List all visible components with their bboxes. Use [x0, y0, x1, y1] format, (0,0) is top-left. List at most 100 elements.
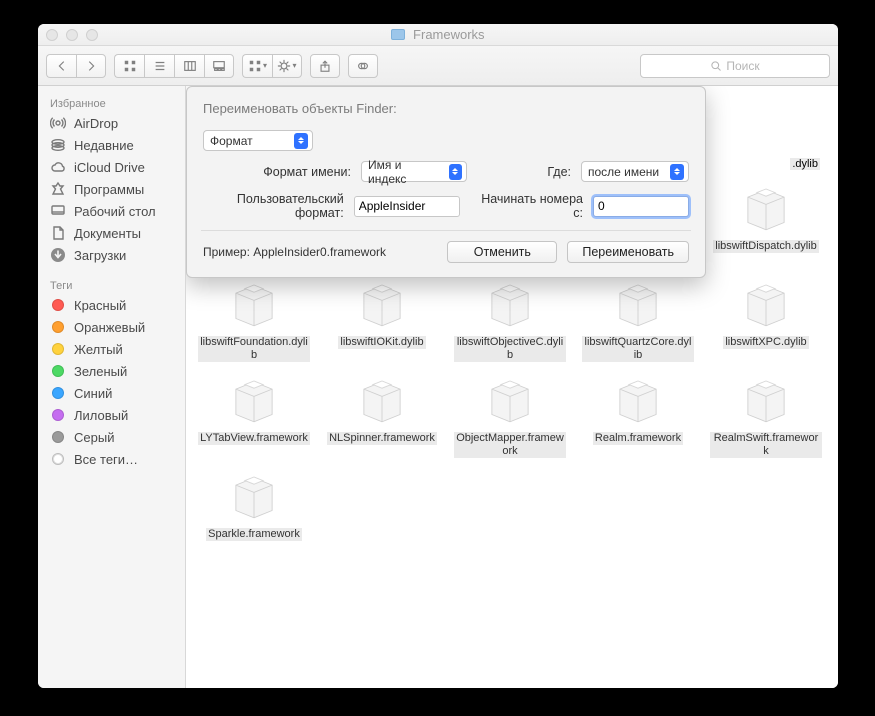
- sidebar-tag-yellow[interactable]: Желтый: [38, 338, 185, 360]
- desktop-icon: [50, 203, 66, 219]
- action-button[interactable]: ▾: [272, 54, 302, 78]
- file-name-label: libswiftFoundation.dylib: [198, 336, 310, 362]
- sidebar-tag-gray[interactable]: Серый: [38, 426, 185, 448]
- file-name-label: libswiftObjectiveC.dylib: [454, 336, 566, 362]
- folder-icon: [391, 29, 405, 40]
- rename-button[interactable]: Переименовать: [567, 241, 689, 263]
- tag-dot-icon: [50, 319, 66, 335]
- start-number-input[interactable]: [593, 196, 689, 217]
- view-icons-button[interactable]: [114, 54, 144, 78]
- back-button[interactable]: [46, 54, 76, 78]
- sidebar-item-downloads[interactable]: Загрузки: [38, 244, 185, 266]
- file-item[interactable]: ObjectMapper.framework: [450, 368, 570, 458]
- sidebar-tag-red[interactable]: Красный: [38, 294, 185, 316]
- file-name-label: Realm.framework: [593, 432, 683, 445]
- sidebar-tag-orange[interactable]: Оранжевый: [38, 316, 185, 338]
- cloud-icon: [50, 159, 66, 175]
- titlebar: Frameworks: [38, 24, 838, 46]
- file-item[interactable]: libswiftIOKit.dylib: [322, 272, 442, 362]
- file-item[interactable]: libswiftXPC.dylib: [706, 272, 826, 362]
- popover-title: Переименовать объекты Finder:: [203, 101, 689, 116]
- rename-mode-select[interactable]: Формат: [203, 130, 313, 151]
- file-item[interactable]: libswiftFoundation.dylib: [194, 272, 314, 362]
- example-text: Пример: AppleInsider0.framework: [203, 245, 386, 259]
- where-select[interactable]: после имени: [581, 161, 689, 182]
- bundle-icon: [606, 368, 670, 432]
- sidebar-tag-purple[interactable]: Лиловый: [38, 404, 185, 426]
- recents-icon: [50, 137, 66, 153]
- file-item[interactable]: Sparkle.framework: [194, 464, 314, 541]
- stepper-arrows-icon: [294, 133, 308, 149]
- file-item[interactable]: Realm.framework: [578, 368, 698, 458]
- finder-window: Frameworks ▾ ▾ Поиск Избранное: [38, 24, 838, 688]
- obscured-file-label: .dylib: [790, 158, 820, 170]
- tag-dot-icon: [50, 385, 66, 401]
- name-format-label: Формат имени:: [203, 165, 351, 179]
- arrange-button[interactable]: ▾: [242, 54, 272, 78]
- sidebar-item-airdrop[interactable]: AirDrop: [38, 112, 185, 134]
- bundle-icon: [350, 368, 414, 432]
- minimize-window-button[interactable]: [66, 29, 78, 41]
- file-item[interactable]: libswiftObjectiveC.dylib: [450, 272, 570, 362]
- file-name-label: libswiftDispatch.dylib: [713, 240, 818, 253]
- sidebar-tag-green[interactable]: Зеленый: [38, 360, 185, 382]
- file-item[interactable]: RealmSwift.framework: [706, 368, 826, 458]
- sidebar-tag-blue[interactable]: Синий: [38, 382, 185, 404]
- name-format-select[interactable]: Имя и индекс: [361, 161, 467, 182]
- bundle-icon: [734, 176, 798, 240]
- file-item[interactable]: LYTabView.framework: [194, 368, 314, 458]
- sidebar-item-documents[interactable]: Документы: [38, 222, 185, 244]
- tag-dot-icon: [50, 429, 66, 445]
- file-name-label: LYTabView.framework: [198, 432, 310, 445]
- view-gallery-button[interactable]: [204, 54, 234, 78]
- share-button[interactable]: [310, 54, 340, 78]
- where-label: Где:: [547, 165, 571, 179]
- zoom-window-button[interactable]: [86, 29, 98, 41]
- close-window-button[interactable]: [46, 29, 58, 41]
- cancel-button[interactable]: Отменить: [447, 241, 557, 263]
- search-placeholder: Поиск: [726, 59, 759, 73]
- sidebar-section-tags-title: Теги: [38, 276, 185, 294]
- file-name-label: ObjectMapper.framework: [454, 432, 566, 458]
- view-columns-button[interactable]: [174, 54, 204, 78]
- sidebar-item-label: Документы: [74, 226, 141, 241]
- file-item[interactable]: libswiftDispatch.dylib: [706, 176, 826, 266]
- tags-button[interactable]: [348, 54, 378, 78]
- select-value: Имя и индекс: [368, 158, 441, 186]
- documents-icon: [50, 225, 66, 241]
- content-area: libswiftCoreData.dyliblibswiftCoreGraphi…: [186, 86, 838, 688]
- bundle-icon: [350, 272, 414, 336]
- sidebar-item-label: iCloud Drive: [74, 160, 145, 175]
- downloads-icon: [50, 247, 66, 263]
- window-title-text: Frameworks: [413, 27, 485, 42]
- custom-format-input[interactable]: [354, 196, 460, 217]
- file-item[interactable]: libswiftQuartzCore.dylib: [578, 272, 698, 362]
- sidebar-item-applications[interactable]: Программы: [38, 178, 185, 200]
- airdrop-icon: [50, 115, 66, 131]
- sidebar-item-desktop[interactable]: Рабочий стол: [38, 200, 185, 222]
- sidebar-item-label: Оранжевый: [74, 320, 145, 335]
- tag-dot-icon: [50, 407, 66, 423]
- rename-popover: Переименовать объекты Finder: Формат Фор…: [186, 86, 706, 278]
- view-list-button[interactable]: [144, 54, 174, 78]
- sidebar-item-recents[interactable]: Недавние: [38, 134, 185, 156]
- window-title: Frameworks: [38, 27, 838, 42]
- body: Избранное AirDrop Недавние iCloud Drive …: [38, 86, 838, 688]
- tag-dot-icon: [50, 363, 66, 379]
- tag-dot-icon: [50, 341, 66, 357]
- file-name-label: libswiftIOKit.dylib: [338, 336, 425, 349]
- popover-divider: [201, 230, 691, 231]
- sidebar-item-label: Рабочий стол: [74, 204, 156, 219]
- sidebar-item-label: Желтый: [74, 342, 123, 357]
- file-item[interactable]: NLSpinner.framework: [322, 368, 442, 458]
- file-name-label: libswiftQuartzCore.dylib: [582, 336, 694, 362]
- sidebar-item-icloud[interactable]: iCloud Drive: [38, 156, 185, 178]
- select-value: Формат: [210, 134, 253, 148]
- forward-button[interactable]: [76, 54, 106, 78]
- bundle-icon: [222, 464, 286, 528]
- bundle-icon: [606, 272, 670, 336]
- search-field[interactable]: Поиск: [640, 54, 830, 78]
- start-number-label: Начинать номера с:: [474, 192, 583, 220]
- sidebar-item-all-tags[interactable]: Все теги…: [38, 448, 185, 470]
- bundle-icon: [222, 272, 286, 336]
